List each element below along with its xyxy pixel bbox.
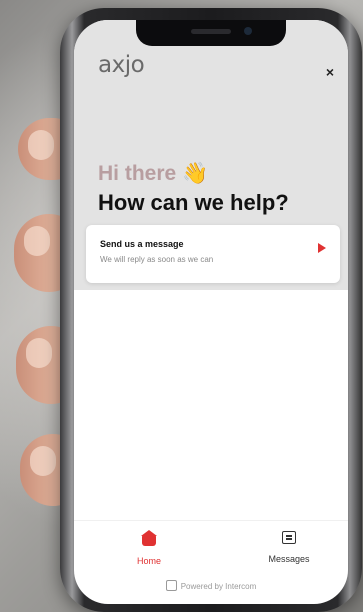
nav-item-home[interactable]: Home (104, 530, 194, 566)
greeting-text: Hi there 👋 (98, 162, 208, 186)
nav-item-messages[interactable]: Messages (244, 531, 334, 564)
intercom-icon (165, 580, 177, 591)
front-camera (244, 27, 252, 35)
home-icon (141, 530, 157, 546)
bottom-nav: Home Messages (74, 520, 348, 571)
phone-screen: axjo × Hi there 👋 How can we help? Send … (74, 20, 348, 604)
powered-by[interactable]: Powered by Intercom (74, 580, 348, 591)
close-icon[interactable]: × (326, 64, 334, 80)
send-message-title: Send us a message (100, 239, 184, 249)
app-logo: axjo (98, 52, 145, 78)
waving-hand-icon: 👋 (182, 162, 209, 185)
nav-home-label: Home (136, 556, 161, 566)
send-message-subtitle: We will reply as soon as we can (100, 255, 214, 264)
speaker-grille (191, 29, 231, 34)
phone-notch (136, 20, 286, 46)
messages-icon (282, 531, 296, 544)
send-message-card[interactable]: Send us a message We will reply as soon … (86, 225, 340, 283)
powered-by-label: Powered by Intercom (180, 582, 257, 591)
phone-frame: axjo × Hi there 👋 How can we help? Send … (60, 8, 362, 612)
help-headline: How can we help? (98, 190, 289, 215)
nav-messages-label: Messages (268, 554, 310, 564)
send-arrow-icon (318, 243, 326, 253)
greeting-label: Hi there (98, 162, 177, 185)
